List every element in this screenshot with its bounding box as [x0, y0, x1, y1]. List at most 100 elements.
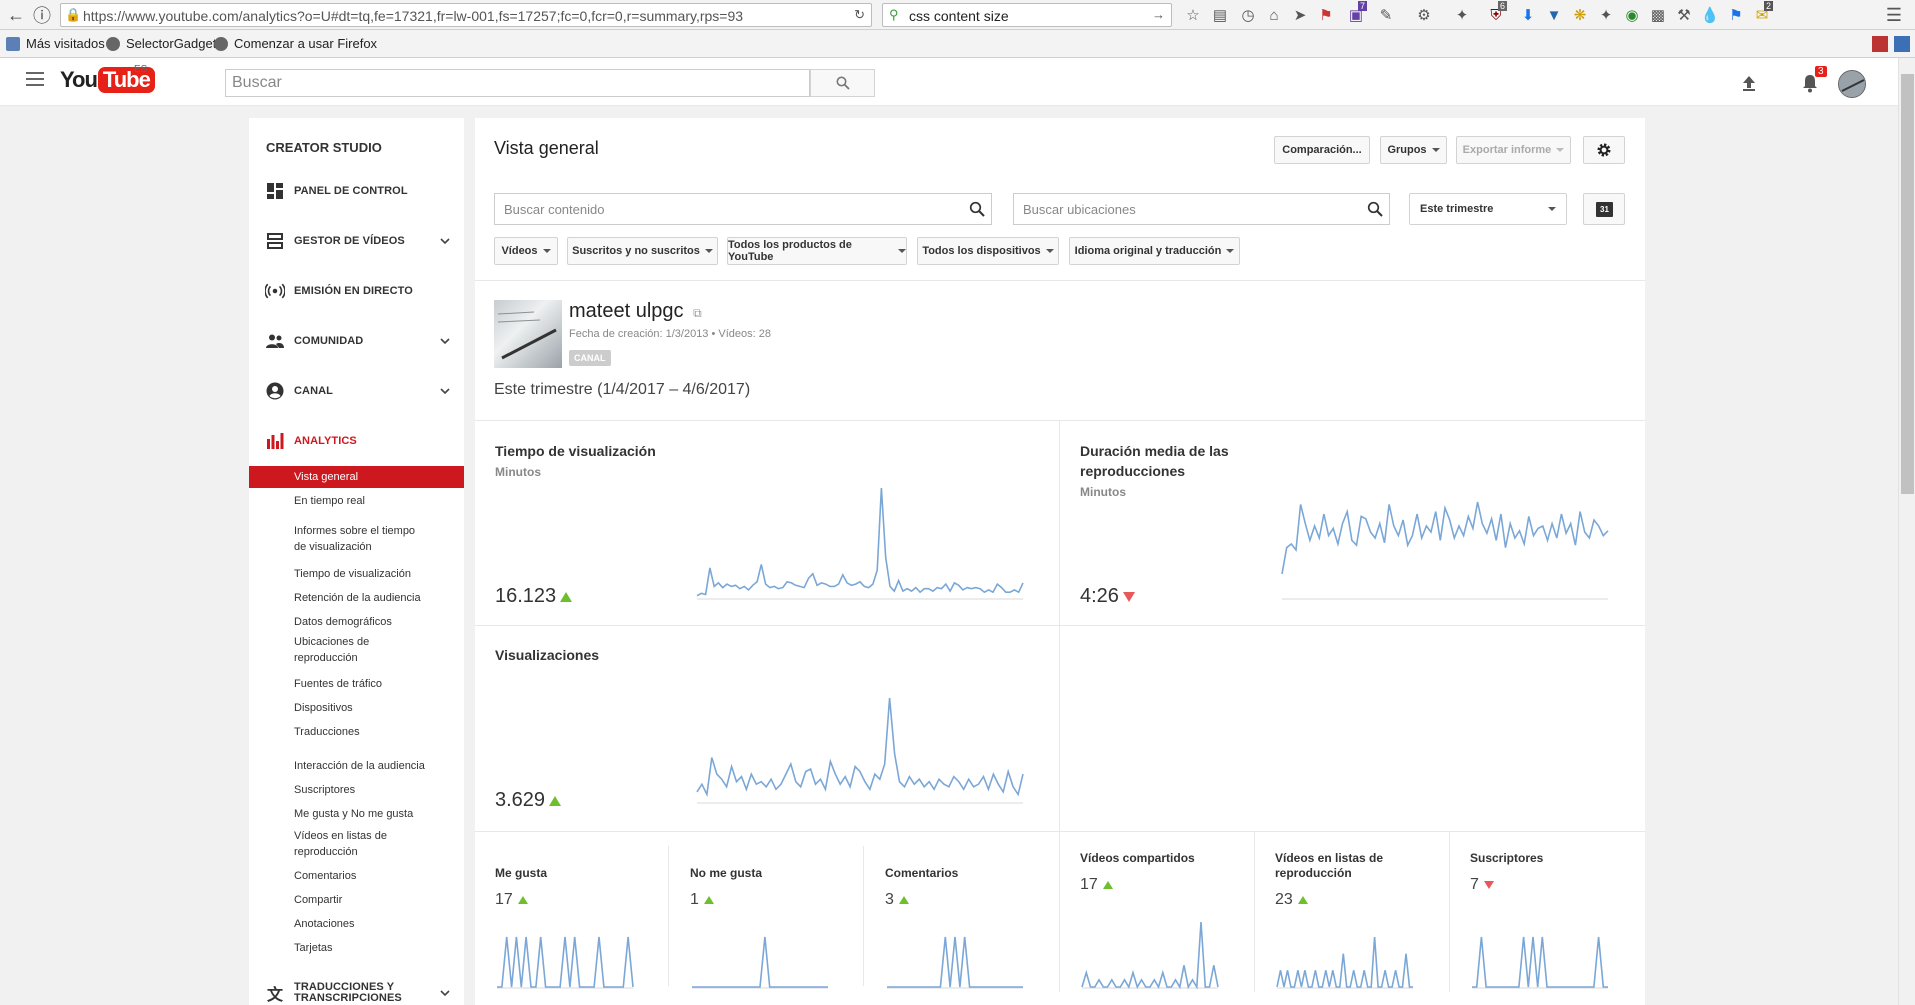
sidebar-item-watch-time[interactable]: Tiempo de visualización [249, 566, 464, 582]
puzzle-icon[interactable]: ❋ [1570, 5, 1590, 25]
send-icon[interactable]: ➤ [1290, 5, 1310, 25]
drop-icon[interactable]: 💧 [1700, 5, 1720, 25]
sidebar-item-devices[interactable]: Dispositivos [249, 700, 464, 716]
sidebar-item-audience-retention[interactable]: Retención de la audiencia [249, 590, 464, 606]
scrollbar-thumb[interactable] [1901, 74, 1914, 494]
sidebar-item-cards[interactable]: Tarjetas [249, 940, 464, 956]
page-scrollbar[interactable] [1898, 58, 1915, 1005]
youtube-search-input[interactable] [226, 70, 809, 96]
download-icon[interactable]: ⬇ [1518, 5, 1538, 25]
settings-button[interactable] [1583, 136, 1625, 164]
green-ext-icon[interactable]: ◉ [1622, 5, 1642, 25]
avatar[interactable] [1838, 70, 1866, 98]
search-engine-icon[interactable]: ⚲ [889, 7, 899, 23]
search-icon[interactable] [1367, 201, 1383, 217]
nav-community[interactable]: COMUNIDAD [249, 326, 464, 356]
vimium-icon[interactable]: ▼ [1544, 5, 1564, 25]
calendar-button[interactable]: 31 [1583, 193, 1625, 225]
playlists-chart[interactable] [1275, 933, 1415, 993]
sidebar-item-sharing[interactable]: Compartir [249, 892, 464, 908]
bookmark-firefox[interactable]: Comenzar a usar Firefox [214, 36, 377, 51]
chevron-down-icon[interactable] [440, 336, 450, 346]
nav-live[interactable]: EMISIÓN EN DIRECTO [249, 276, 464, 306]
shares-chart[interactable] [1080, 918, 1220, 993]
sidebar-item-playlists[interactable]: Vídeos en listas de reproducción [249, 828, 399, 860]
groups-button[interactable]: Grupos [1380, 136, 1447, 164]
sidebar-item-traffic-sources[interactable]: Fuentes de tráfico [249, 676, 464, 692]
nav-dashboard[interactable]: PANEL DE CONTROL [249, 176, 464, 206]
filter-products[interactable]: Todos los productos de YouTube [727, 237, 907, 265]
nav-channel[interactable]: CANAL [249, 376, 464, 406]
sidebar-item-comments[interactable]: Comentarios [249, 868, 464, 884]
sidebar-item-playback-locations[interactable]: Ubicaciones de reproducción [249, 634, 389, 666]
channel-thumbnail[interactable] [494, 300, 562, 368]
bookmark-most-visited[interactable]: Más visitados [6, 36, 105, 51]
tool-icon[interactable]: ⚒ [1674, 5, 1694, 25]
browser-search-text[interactable]: css content size [909, 8, 1009, 24]
dislikes-chart[interactable] [690, 933, 830, 993]
filter-videos[interactable]: Vídeos [494, 237, 558, 265]
guide-menu-icon[interactable] [26, 72, 44, 90]
sidebar-item-audience-engagement[interactable]: Interacción de la audiencia [249, 758, 464, 774]
period-select[interactable]: Este trimestre [1409, 193, 1567, 225]
url-text[interactable]: https://www.youtube.com/analytics?o=U#dt… [83, 8, 743, 24]
avg-duration-chart[interactable] [1280, 498, 1610, 604]
sidebar-item-annotations[interactable]: Anotaciones [249, 916, 464, 932]
metric-playlists[interactable]: Vídeos en listas de reproducción 23 [1275, 851, 1405, 909]
export-report-button[interactable]: Exportar informe [1456, 136, 1571, 164]
content-search-input[interactable] [495, 194, 991, 224]
reload-icon[interactable]: ↻ [854, 7, 865, 23]
sidebar-item-likes-dislikes[interactable]: Me gusta y No me gusta [249, 806, 464, 822]
metric-views[interactable]: Visualizaciones [495, 645, 599, 665]
sidebar-item-demographics[interactable]: Datos demográficos [249, 614, 464, 630]
nav-video-manager[interactable]: GESTOR DE VÍDEOS [249, 226, 464, 256]
youtube-search-button[interactable] [810, 69, 875, 97]
chevron-down-icon[interactable] [440, 988, 450, 998]
upload-icon[interactable] [1736, 70, 1762, 96]
sidebar-item-realtime[interactable]: En tiempo real [249, 493, 464, 509]
metric-shares[interactable]: Vídeos compartidos 17 [1080, 851, 1240, 894]
metric-dislikes[interactable]: No me gusta 1 [690, 866, 850, 909]
metric-likes[interactable]: Me gusta 17 [495, 866, 655, 909]
views-chart[interactable] [695, 694, 1025, 808]
subscribers-chart[interactable] [1470, 933, 1610, 993]
metric-avg-duration[interactable]: Duración media de las reproducciones Min… [1080, 441, 1260, 499]
nav-translations[interactable]: 文 TRADUCCIONES Y TRANSCRIPCIONES [249, 978, 464, 1005]
youtube-logo[interactable]: You Tube ES [60, 64, 155, 93]
dark-ext-icon[interactable]: ▩ [1648, 5, 1668, 25]
search-go-icon[interactable]: → [1152, 7, 1165, 22]
home-icon[interactable]: ⌂ [1264, 5, 1284, 25]
gear-extension-icon[interactable]: ⚙ [1414, 5, 1434, 25]
watch-time-chart[interactable] [695, 484, 1025, 604]
flag-extension-icon[interactable]: ⚑ [1316, 5, 1336, 25]
metric-subscribers[interactable]: Suscriptores 7 [1470, 851, 1620, 894]
nav-analytics[interactable]: ANALYTICS [249, 426, 464, 456]
back-icon[interactable]: ← [4, 3, 28, 27]
flag-icon[interactable]: ⚑ [1726, 5, 1746, 25]
paintbrush-icon[interactable]: ✎ [1376, 5, 1396, 25]
filter-devices[interactable]: Todos los dispositivos [917, 237, 1059, 265]
reader-icon[interactable]: ▤ [1210, 5, 1230, 25]
browser-search-bar[interactable]: ⚲ css content size → [882, 3, 1172, 27]
sidebar-item-vista-general[interactable]: Vista general [249, 466, 464, 488]
sidebar-item-watch-time-reports[interactable]: Informes sobre el tiempo de visualizació… [249, 523, 429, 555]
bookmark-selectorgadget[interactable]: SelectorGadget [106, 36, 216, 51]
chevron-down-icon[interactable] [440, 386, 450, 396]
bookmark-star-icon[interactable]: ☆ [1183, 5, 1203, 25]
bookmark-ext-icon[interactable] [1872, 36, 1888, 52]
history-icon[interactable]: ◷ [1238, 5, 1258, 25]
compare-button[interactable]: Comparación... [1274, 136, 1370, 164]
filter-language[interactable]: Idioma original y traducción [1069, 237, 1240, 265]
pin-icon[interactable]: ✦ [1596, 5, 1616, 25]
info-icon[interactable]: ⓘ [30, 3, 54, 27]
search-icon[interactable] [969, 201, 985, 217]
comments-chart[interactable] [885, 933, 1025, 993]
star-extension-icon[interactable]: ✦ [1452, 5, 1472, 25]
metric-watch-time[interactable]: Tiempo de visualización Minutos [495, 441, 656, 479]
channel-name[interactable]: mateet ulpgc ⧉ [569, 300, 702, 323]
filter-subscribed[interactable]: Suscritos y no suscritos [567, 237, 718, 265]
external-link-icon[interactable]: ⧉ [693, 306, 702, 320]
location-search-input[interactable] [1014, 194, 1389, 224]
sidebar-item-subscribers[interactable]: Suscriptores [249, 782, 464, 798]
chevron-down-icon[interactable] [440, 236, 450, 246]
